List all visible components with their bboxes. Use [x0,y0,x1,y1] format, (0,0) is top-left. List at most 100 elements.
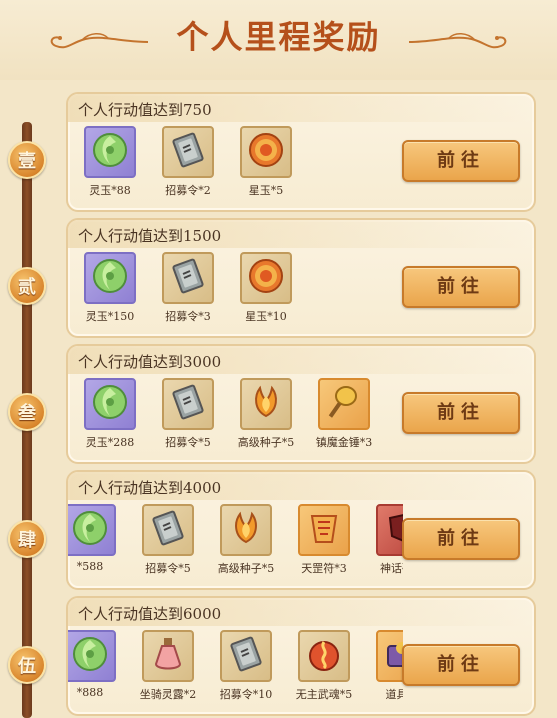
reward-item[interactable]: 招募令*5 [132,504,204,584]
recruit-token-icon [148,508,188,552]
item-chest-icon [382,634,403,678]
reward-item-label: 道具自 [385,688,404,701]
reward-item[interactable]: 星玉*10 [230,252,302,332]
reward-item-frame [318,378,370,430]
reward-item-label: 灵玉*150 [85,310,135,323]
go-button[interactable]: 前往 [402,266,520,308]
reward-item-label: 灵玉*288 [85,436,135,449]
reward-item[interactable]: 神话碎片 [366,504,403,584]
tier-title: 个人行动值达到6000 [78,605,222,623]
reward-items-scroll[interactable]: 灵玉*88 招募令*2 星玉*5 [68,126,403,206]
reward-item[interactable]: 招募令*2 [152,126,224,206]
reward-item[interactable]: 灵玉*288 [74,378,146,458]
reward-item[interactable]: 招募令*3 [152,252,224,332]
timeline-node-5: 伍 [8,646,46,684]
jade-icon [90,130,130,174]
reward-item-label: 天罡符*3 [301,562,347,575]
reward-item-frame [376,630,403,682]
reward-item-label: 高级种子*5 [217,562,275,575]
timeline-node-4: 肆 [8,520,46,558]
reward-item-label: 招募令*3 [165,310,211,323]
reward-item-label: 无主武魂*5 [295,688,353,701]
jade-icon [70,634,110,678]
tier-title: 个人行动值达到1500 [78,227,222,245]
reward-item-frame [240,378,292,430]
reward-item-frame [84,126,136,178]
reward-item-frame [142,504,194,556]
reward-item[interactable]: 招募令*10 [210,630,282,710]
reward-item[interactable]: 坐骑灵露*2 [132,630,204,710]
reward-item-label: 坐骑灵露*2 [139,688,197,701]
reward-item-frame [84,378,136,430]
reward-item-label: 星玉*5 [248,184,284,197]
talisman-icon [304,508,344,552]
go-button[interactable]: 前往 [402,518,520,560]
reward-item[interactable]: 星玉*5 [230,126,302,206]
myth-fragment-icon [382,508,403,552]
reward-item-frame [298,504,350,556]
go-button[interactable]: 前往 [402,140,520,182]
reward-item-frame [162,252,214,304]
reward-tier-card: 个人行动值达到6000 *888 坐骑灵露*2 招募令*10 无主武魂*5 道具自 前往 [66,596,536,716]
jade-icon [70,508,110,552]
reward-item-label: 高级种子*5 [237,436,295,449]
reward-item-label: 招募令*5 [165,436,211,449]
reward-item-frame [376,504,403,556]
reward-item-label: 星玉*10 [245,310,287,323]
reward-item-label: 灵玉*88 [89,184,131,197]
tier-title: 个人行动值达到750 [78,101,212,119]
reward-item[interactable]: *588 [68,504,126,584]
jade-icon [90,382,130,426]
right-flourish-ornament [408,33,507,49]
reward-item[interactable]: *888 [68,630,126,710]
star-jade-icon [246,130,286,174]
jade-icon [90,256,130,300]
reward-item-label: *588 [76,560,104,573]
reward-item-label: 镇魔金锤*3 [315,436,373,449]
reward-item-frame [84,252,136,304]
reward-item[interactable]: 镇魔金锤*3 [308,378,380,458]
reward-items-scroll[interactable]: *888 坐骑灵露*2 招募令*10 无主武魂*5 道具自 [68,630,403,710]
seed-icon [246,382,286,426]
reward-tier-card: 个人行动值达到1500 灵玉*150 招募令*3 星玉*10 前往 [66,218,536,338]
mount-potion-icon [148,634,188,678]
reward-item[interactable]: 高级种子*5 [210,504,282,584]
reward-item-frame [68,630,116,682]
golden-hammer-icon [324,382,364,426]
seed-icon [226,508,266,552]
reward-item[interactable]: 高级种子*5 [230,378,302,458]
reward-item[interactable]: 灵玉*150 [74,252,146,332]
reward-tier-card: 个人行动值达到3000 灵玉*288 招募令*5 高级种子*5 镇魔金锤*3 前往 [66,344,536,464]
reward-item-frame [298,630,350,682]
reward-item-frame [240,126,292,178]
reward-item-frame [220,504,272,556]
reward-tier-card: 个人行动值达到4000 *588 招募令*5 高级种子*5 天罡符*3 神话碎片 前往 [66,470,536,590]
tier-title: 个人行动值达到4000 [78,479,222,497]
tier-title: 个人行动值达到3000 [78,353,222,371]
reward-items-scroll[interactable]: 灵玉*150 招募令*3 星玉*10 [68,252,403,332]
reward-tier-card: 个人行动值达到750 灵玉*88 招募令*2 星玉*5 前往 [66,92,536,212]
reward-items-scroll[interactable]: *588 招募令*5 高级种子*5 天罡符*3 神话碎片 [68,504,403,584]
reward-item[interactable]: 道具自 [366,630,403,710]
reward-item-label: 神话碎片 [380,562,403,575]
timeline-node-1: 壹 [8,141,46,179]
reward-item[interactable]: 招募令*5 [152,378,224,458]
go-button[interactable]: 前往 [402,644,520,686]
reward-item[interactable]: 无主武魂*5 [288,630,360,710]
reward-item-label: 招募令*2 [165,184,211,197]
timeline-node-3: 叁 [8,393,46,431]
reward-item-frame [162,126,214,178]
reward-item[interactable]: 天罡符*3 [288,504,360,584]
reward-item-frame [68,504,116,556]
recruit-token-icon [168,256,208,300]
recruit-token-icon [226,634,266,678]
reward-item-label: 招募令*10 [219,688,273,701]
reward-item-frame [142,630,194,682]
go-button[interactable]: 前往 [402,392,520,434]
header: 个人里程奖励 [0,0,557,80]
reward-item[interactable]: 灵玉*88 [74,126,146,206]
reward-item-frame [162,378,214,430]
reward-item-label: 招募令*5 [145,562,191,575]
timeline-node-2: 贰 [8,267,46,305]
reward-items-scroll[interactable]: 灵玉*288 招募令*5 高级种子*5 镇魔金锤*3 [68,378,403,458]
